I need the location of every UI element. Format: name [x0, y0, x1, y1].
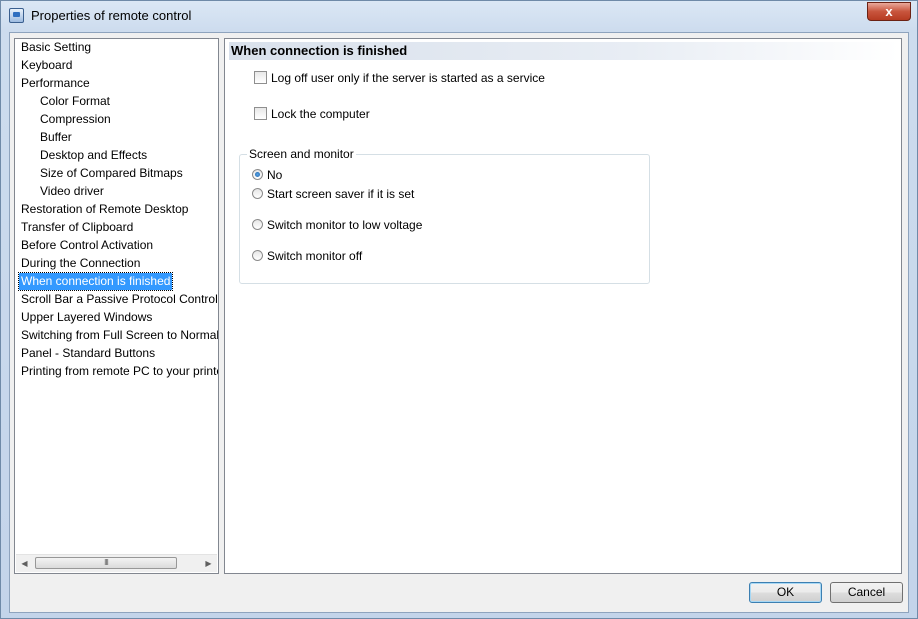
tree-item-basic-setting[interactable]: Basic Setting [19, 39, 93, 56]
radio-screen-saver-label: Start screen saver if it is set [267, 187, 415, 201]
tree-item-buffer[interactable]: Buffer [38, 129, 74, 146]
radio-monitor-off-label: Switch monitor off [267, 249, 363, 263]
radio-row-monitor-off[interactable]: Switch monitor off [252, 248, 362, 264]
tree-item-video-driver[interactable]: Video driver [38, 183, 106, 200]
window-title: Properties of remote control [31, 8, 192, 23]
lock-computer-label: Lock the computer [271, 107, 370, 121]
scroll-left-arrow-icon[interactable]: ◀ [16, 555, 33, 572]
title-bar[interactable]: Properties of remote control x [1, 1, 917, 31]
tree-item-transfer-clipboard[interactable]: Transfer of Clipboard [19, 219, 135, 236]
tree-item-switching-full-screen[interactable]: Switching from Full Screen to Normal [19, 327, 218, 344]
radio-row-screen-saver[interactable]: Start screen saver if it is set [252, 186, 414, 202]
tree-item-performance[interactable]: Performance [19, 75, 92, 92]
tree-item-when-connection-finished[interactable]: When connection is finished [17, 272, 174, 291]
tree-item-desktop-effects[interactable]: Desktop and Effects [38, 147, 149, 164]
panel-title: When connection is finished [229, 42, 899, 60]
tree-item-color-format[interactable]: Color Format [38, 93, 112, 110]
radio-screen-saver[interactable] [252, 188, 263, 200]
radio-no[interactable] [252, 169, 263, 181]
tree-item-size-compared-bitmaps[interactable]: Size of Compared Bitmaps [38, 165, 185, 182]
radio-low-voltage[interactable] [252, 219, 263, 231]
tree-item-panel-standard-buttons[interactable]: Panel - Standard Buttons [19, 345, 157, 362]
tree-item-upper-layered-windows[interactable]: Upper Layered Windows [19, 309, 154, 326]
tree-item-compression[interactable]: Compression [38, 111, 113, 128]
radio-row-no[interactable]: No [252, 167, 282, 183]
tree-item-keyboard[interactable]: Keyboard [19, 57, 74, 74]
radio-no-label: No [267, 168, 283, 182]
tree-item-during-connection[interactable]: During the Connection [19, 255, 142, 272]
ok-button[interactable]: OK [749, 582, 822, 603]
logoff-user-label: Log off user only if the server is start… [271, 71, 545, 85]
lock-computer-checkbox-row[interactable]: Lock the computer [254, 106, 370, 122]
remote-control-app-icon [9, 8, 24, 23]
radio-monitor-off[interactable] [252, 250, 263, 262]
lock-computer-checkbox[interactable] [254, 107, 267, 121]
settings-panel: When connection is finished Log off user… [224, 38, 902, 574]
scroll-thumb[interactable]: III [35, 557, 177, 569]
close-button[interactable]: x [867, 2, 911, 21]
tree-horizontal-scrollbar[interactable]: ◀ III ▶ [16, 554, 217, 572]
tree-item-scroll-bar-passive-protocol[interactable]: Scroll Bar a Passive Protocol Control [19, 291, 218, 308]
settings-tree[interactable]: Basic Setting Keyboard Performance Color… [14, 38, 219, 574]
tree-item-before-control-activation[interactable]: Before Control Activation [19, 237, 155, 254]
scroll-right-arrow-icon[interactable]: ▶ [200, 555, 217, 572]
tree-item-restoration-remote-desktop[interactable]: Restoration of Remote Desktop [19, 201, 190, 218]
tree-item-printing-remote-pc[interactable]: Printing from remote PC to your printer [19, 363, 218, 380]
radio-row-low-voltage[interactable]: Switch monitor to low voltage [252, 217, 422, 233]
logoff-user-checkbox[interactable] [254, 71, 267, 85]
logoff-user-checkbox-row[interactable]: Log off user only if the server is start… [254, 70, 545, 86]
radio-low-voltage-label: Switch monitor to low voltage [267, 218, 423, 232]
screen-monitor-legend: Screen and monitor [247, 147, 356, 161]
cancel-button[interactable]: Cancel [830, 582, 903, 603]
